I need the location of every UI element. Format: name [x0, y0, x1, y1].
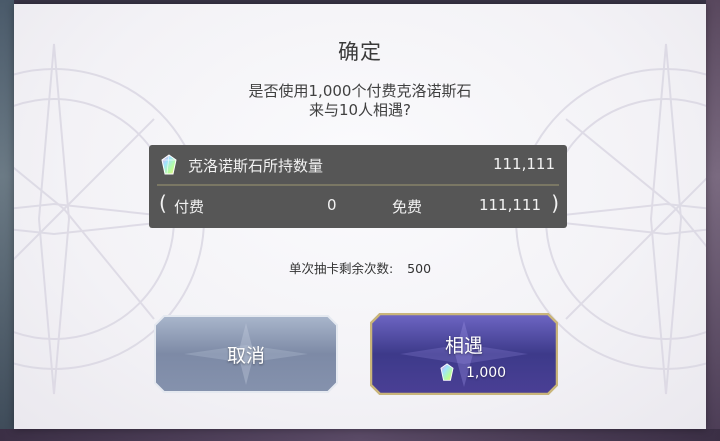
paid-value: 0 — [327, 196, 337, 214]
cancel-button-label: 取消 — [226, 345, 265, 367]
confirm-dialog: 确定 是否使用1,000个付费克洛诺斯石 来与10人相遇? 克洛诺斯石所持数量 — [14, 4, 706, 429]
encounter-button-label: 相遇 — [444, 335, 483, 357]
balance-label: 克洛诺斯石所持数量 — [188, 157, 324, 175]
balance-total-value: 111,111 — [492, 155, 555, 173]
panel-divider — [157, 184, 559, 186]
dialog-message-line-2: 来与10人相遇? — [308, 101, 412, 119]
background-right-edge — [706, 0, 720, 441]
dialog-message-line-1: 是否使用1,000个付费克洛诺斯石 — [248, 82, 472, 100]
dialog-message: 是否使用1,000个付费克洛诺斯石 来与10人相遇? — [14, 82, 706, 120]
cost-chronos-stone-icon — [440, 363, 454, 381]
dialog-title: 确定 — [338, 40, 382, 64]
balance-total-row: 克洛诺斯石所持数量 111,111 — [149, 145, 567, 183]
encounter-cost-value: 1,000 — [466, 365, 507, 381]
cancel-button[interactable]: 取消 — [154, 315, 338, 393]
balance-breakdown-row: ( 付费 0 免费 111,111 ) — [149, 187, 567, 225]
breakdown-open-paren: ( — [159, 191, 167, 215]
remaining-draws-value: 500 — [407, 261, 432, 276]
breakdown-close-paren: ) — [551, 191, 559, 215]
free-label: 免费 — [392, 198, 423, 216]
free-value: 111,111 — [478, 196, 541, 214]
remaining-draws: 单次抽卡剩余次数: 500 — [14, 258, 706, 277]
remaining-draws-label: 单次抽卡剩余次数: — [288, 261, 394, 276]
paid-label: 付费 — [174, 198, 205, 216]
background-bottom-edge — [0, 429, 720, 441]
currency-balance-panel: 克洛诺斯石所持数量 111,111 ( 付费 0 免费 111,111 ) — [149, 145, 567, 228]
encounter-button[interactable]: 相遇 1,000 — [370, 313, 558, 395]
chronos-stone-icon — [161, 154, 177, 175]
background-left-edge — [0, 0, 14, 441]
